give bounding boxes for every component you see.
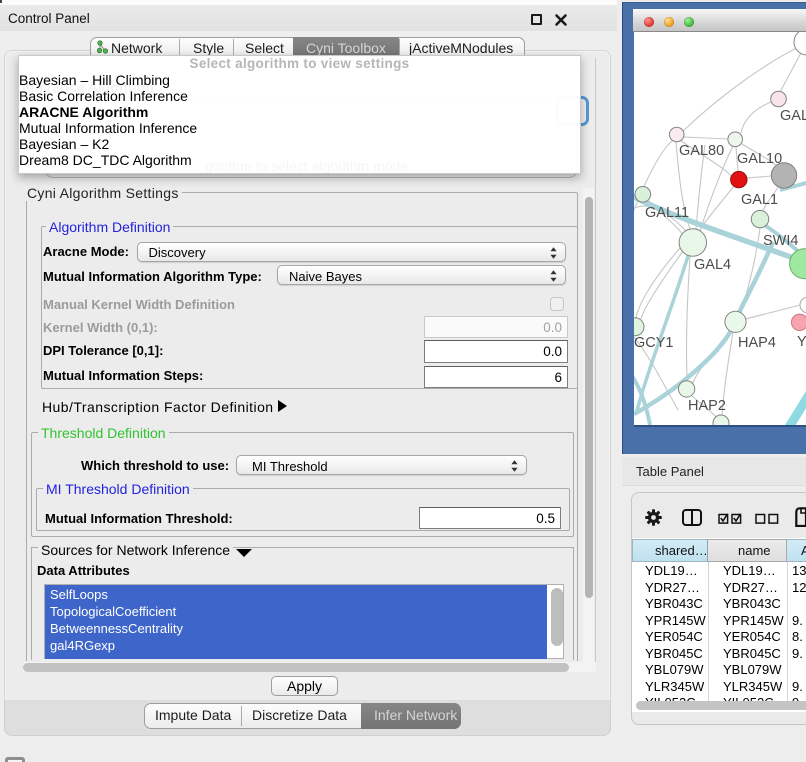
svg-text:GAL10: GAL10 [737, 151, 782, 167]
svg-text:HAP4: HAP4 [738, 335, 776, 351]
svg-text:SWI4: SWI4 [763, 233, 798, 249]
svg-text:Y: Y [797, 334, 806, 350]
svg-text:GCY1: GCY1 [634, 335, 674, 351]
svg-text:HAP2: HAP2 [688, 398, 726, 414]
svg-text:GAL11: GAL11 [645, 205, 689, 221]
svg-text:GAL4: GAL4 [694, 257, 731, 273]
svg-text:GAL80: GAL80 [679, 143, 724, 159]
svg-text:GAL7: GAL7 [780, 108, 806, 124]
svg-text:GAL1: GAL1 [741, 192, 778, 208]
